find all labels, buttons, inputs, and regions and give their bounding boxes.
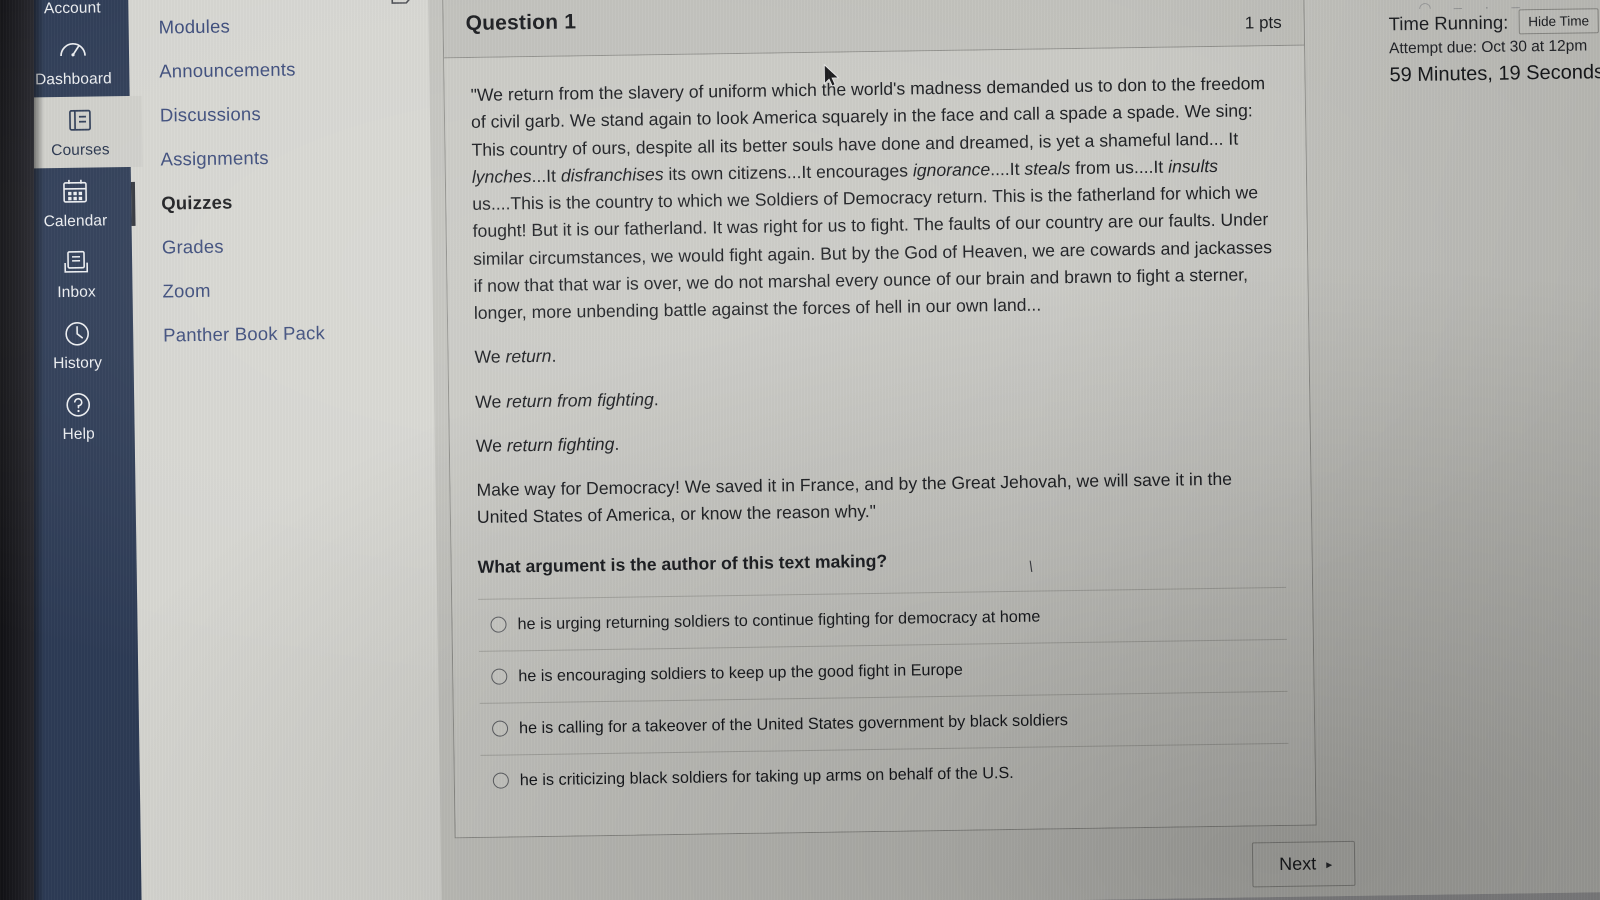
- book-icon: [18, 106, 142, 138]
- course-nav-item-discussions[interactable]: Discussions: [130, 90, 431, 138]
- course-nav-item-assignments[interactable]: Assignments: [130, 134, 431, 182]
- time-remaining-text: 59 Minutes, 19 Seconds: [1389, 61, 1600, 87]
- sidebar-item-calendar[interactable]: Calendar: [19, 167, 132, 240]
- sidebar-item-inbox[interactable]: Inbox: [20, 238, 133, 311]
- radio-button[interactable]: [492, 772, 509, 790]
- answer-option-label: he is encouraging soldiers to keep up th…: [518, 660, 963, 686]
- course-nav-item-panther-book-pack[interactable]: Panther Book Pack: [133, 310, 434, 358]
- next-button-label: Next: [1278, 853, 1317, 875]
- sidebar-item-label: Calendar: [43, 212, 108, 231]
- calendar-icon: [19, 177, 131, 209]
- course-nav-item-quizzes[interactable]: Quizzes: [130, 177, 432, 226]
- monitor-bezel: [0, 0, 34, 900]
- question-circle-icon: [22, 390, 134, 422]
- answer-option[interactable]: he is criticizing black soldiers for tak…: [480, 744, 1289, 807]
- sidebar-item-history[interactable]: History: [21, 309, 134, 382]
- sidebar-item-label: Help: [62, 425, 95, 444]
- sidebar-item-courses[interactable]: Courses: [17, 95, 143, 169]
- question-prompt: What argument is the author of this text…: [477, 550, 888, 577]
- question-passage-paragraph-1: "We return from the slavery of uniform w…: [470, 73, 1273, 324]
- answer-option-label: he is urging returning soldiers to conti…: [517, 607, 1041, 634]
- inbox-icon: [20, 248, 132, 280]
- time-running-label: Time Running:: [1388, 11, 1509, 34]
- course-navigation: Syllabus Modules Announcements Discussio…: [127, 0, 443, 900]
- question-card: Question 1 1 pts "We return from the sla…: [442, 0, 1317, 839]
- hide-time-button[interactable]: Hide Time: [1518, 8, 1600, 35]
- global-navigation: Account Dashboard Courses Calendar Inbox…: [15, 0, 143, 900]
- question-title: Question 1: [465, 10, 577, 36]
- next-button[interactable]: Next ▸: [1251, 840, 1356, 888]
- question-passage-paragraph-2: We return.: [474, 346, 557, 368]
- clock-icon: [21, 319, 133, 351]
- browser-viewport: Account Dashboard Courses Calendar Inbox…: [0, 0, 1600, 900]
- collapse-arrow-icon[interactable]: [390, 0, 416, 6]
- course-nav-item-modules[interactable]: Modules: [128, 2, 429, 50]
- course-nav-item-zoom[interactable]: Zoom: [132, 266, 433, 314]
- chevron-right-icon: ▸: [1326, 856, 1333, 871]
- radio-button[interactable]: [491, 668, 508, 686]
- question-passage-paragraph-5: Make way for Democracy! We saved it in F…: [476, 468, 1233, 528]
- sidebar-item-label: Inbox: [57, 283, 96, 302]
- attempt-due-text: Attempt due: Oct 30 at 12pm: [1388, 37, 1588, 58]
- course-nav-item-grades[interactable]: Grades: [132, 222, 433, 270]
- question-passage-paragraph-3: We return from fighting.: [475, 388, 659, 412]
- radio-button[interactable]: [491, 720, 509, 738]
- answer-option-label: he is criticizing black soldiers for tak…: [519, 763, 1014, 790]
- answer-options: he is urging returning soldiers to conti…: [478, 586, 1290, 807]
- sidebar-item-help[interactable]: Help: [22, 380, 135, 453]
- question-passage-paragraph-4: We return fighting.: [475, 433, 620, 456]
- question-points: 1 pts: [1244, 12, 1282, 33]
- radio-button[interactable]: [490, 616, 507, 634]
- sidebar-item-label: History: [53, 354, 103, 373]
- sidebar-item-label: Dashboard: [34, 70, 112, 89]
- time-running-row: Time Running: Hide Time: [1389, 8, 1600, 36]
- question-body: "We return from the slavery of uniform w…: [444, 45, 1316, 838]
- course-nav-item-announcements[interactable]: Announcements: [129, 46, 430, 94]
- photographed-screen: Account Dashboard Courses Calendar Inbox…: [0, 0, 1600, 900]
- quiz-sidebar: Question 8 ◠ – · – Time Running: Hide Ti…: [1370, 0, 1600, 895]
- answer-option-label: he is calling for a takeover of the Unit…: [518, 711, 1069, 738]
- sidebar-item-label: Courses: [51, 141, 110, 160]
